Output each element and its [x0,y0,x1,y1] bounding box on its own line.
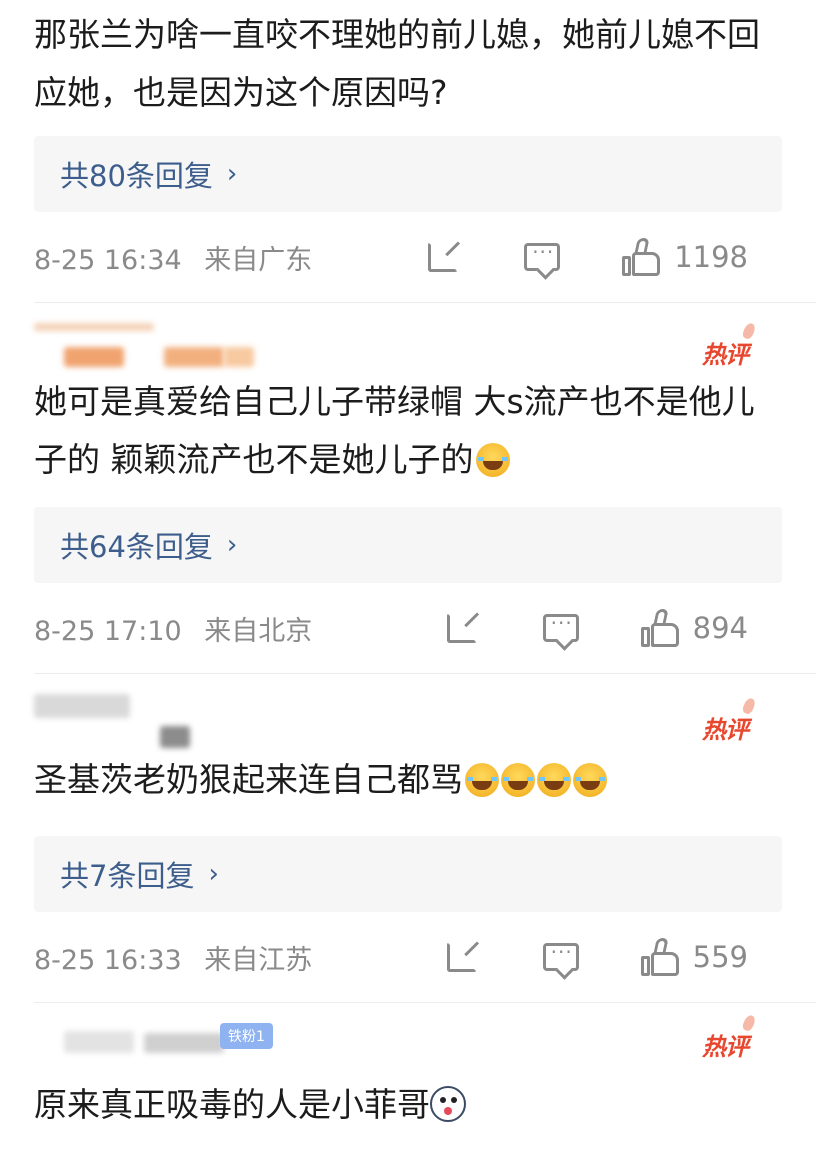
comment-icon[interactable] [542,940,579,971]
comment-location: 来自广东 [204,244,313,276]
comment-date: 8-25 16:34 [34,244,182,276]
avatar[interactable] [34,323,154,331]
comment-actions: 1198 [428,212,748,302]
laugh-cry-emoji-icon [537,763,571,797]
laugh-cry-emoji-icon [475,443,510,477]
comment-1: 那张兰为啥一直咬不理她的前儿媳，她前儿媳不回应她，也是因为这个原因吗? 共80条… [0,0,816,302]
comment-2: 热评 她可是真爱给自己儿子带绿帽 大s流产也不是他儿子的 颖颖流产也不是她儿子的… [0,303,816,673]
laugh-cry-emoji-icon [501,763,535,797]
comment-3: 热评 圣基茨老奶狠起来连自己都骂 共7条回复 › 8-25 16:33 来自江苏… [0,674,816,1002]
replies-button[interactable]: 共80条回复 › [34,136,782,212]
blurred-username [164,347,224,367]
like-icon[interactable] [622,238,662,276]
share-icon[interactable] [446,613,477,643]
comment-icon[interactable] [524,240,561,271]
comment-location: 来自江苏 [204,944,313,976]
author-row[interactable]: 铁粉1 热评 [34,1003,782,1079]
like-count: 1198 [674,240,748,274]
comment-date: 8-25 16:33 [34,944,182,976]
like-icon[interactable] [640,938,681,976]
blurred-username [224,347,254,367]
chevron-right-icon: › [226,530,238,560]
comment-4: 铁粉1 热评 原来真正吸毒的人是小菲哥 [0,1003,816,1131]
replies-label: 共64条回复 [60,530,213,564]
share-icon[interactable] [446,942,477,972]
comment-date: 8-25 17:10 [34,615,182,647]
chevron-right-icon: › [226,159,238,189]
hot-comment-badge: 热评 [702,335,749,370]
avatar[interactable] [34,694,130,718]
author-row[interactable]: 热评 [34,303,782,373]
hot-comment-badge: 热评 [702,710,749,745]
share-icon[interactable] [428,242,459,272]
author-row[interactable]: 热评 [34,674,782,754]
dog-emoji-icon [430,1086,466,1122]
comment-actions: 894 [446,583,748,673]
comment-text-body: 圣基茨老奶狠起来连自己都骂 [34,760,463,799]
comment-text: 她可是真爱给自己儿子带绿帽 大s流产也不是他儿子的 颖颖流产也不是她儿子的 [34,373,782,489]
blurred-username [144,1033,224,1053]
avatar[interactable] [64,1031,134,1053]
laugh-cry-emoji-icon [573,763,607,797]
replies-button[interactable]: 共64条回复 › [34,507,782,583]
hot-comment-badge: 热评 [702,1027,749,1062]
comment-meta: 8-25 17:10 来自北京 894 [34,583,782,673]
comment-text: 圣基茨老奶狠起来连自己都骂 [34,754,782,806]
comment-text-body: 她可是真爱给自己儿子带绿帽 大s流产也不是他儿子的 颖颖流产也不是她儿子的 [34,382,755,479]
comment-meta: 8-25 16:33 来自江苏 559 [34,912,782,1002]
comment-location: 来自北京 [204,615,313,647]
comment-icon[interactable] [542,611,579,642]
comment-meta: 8-25 16:34 来自广东 1198 [34,212,782,302]
like-count: 894 [692,611,748,645]
blurred-username [64,347,124,367]
comment-actions: 559 [446,912,748,1002]
replies-label: 共80条回复 [60,159,213,193]
replies-button[interactable]: 共7条回复 › [34,836,782,912]
like-icon[interactable] [640,609,681,647]
comment-text-body: 原来真正吸毒的人是小菲哥 [34,1085,430,1124]
laugh-cry-emoji-icon [465,763,499,797]
replies-label: 共7条回复 [60,859,195,893]
like-count: 559 [692,940,748,974]
blurred-username [160,726,190,748]
comment-text: 原来真正吸毒的人是小菲哥 [34,1079,782,1131]
fan-level-badge: 铁粉1 [220,1023,273,1049]
chevron-right-icon: › [208,859,219,889]
comment-text: 那张兰为啥一直咬不理她的前儿媳，她前儿媳不回应她，也是因为这个原因吗? [34,15,760,112]
